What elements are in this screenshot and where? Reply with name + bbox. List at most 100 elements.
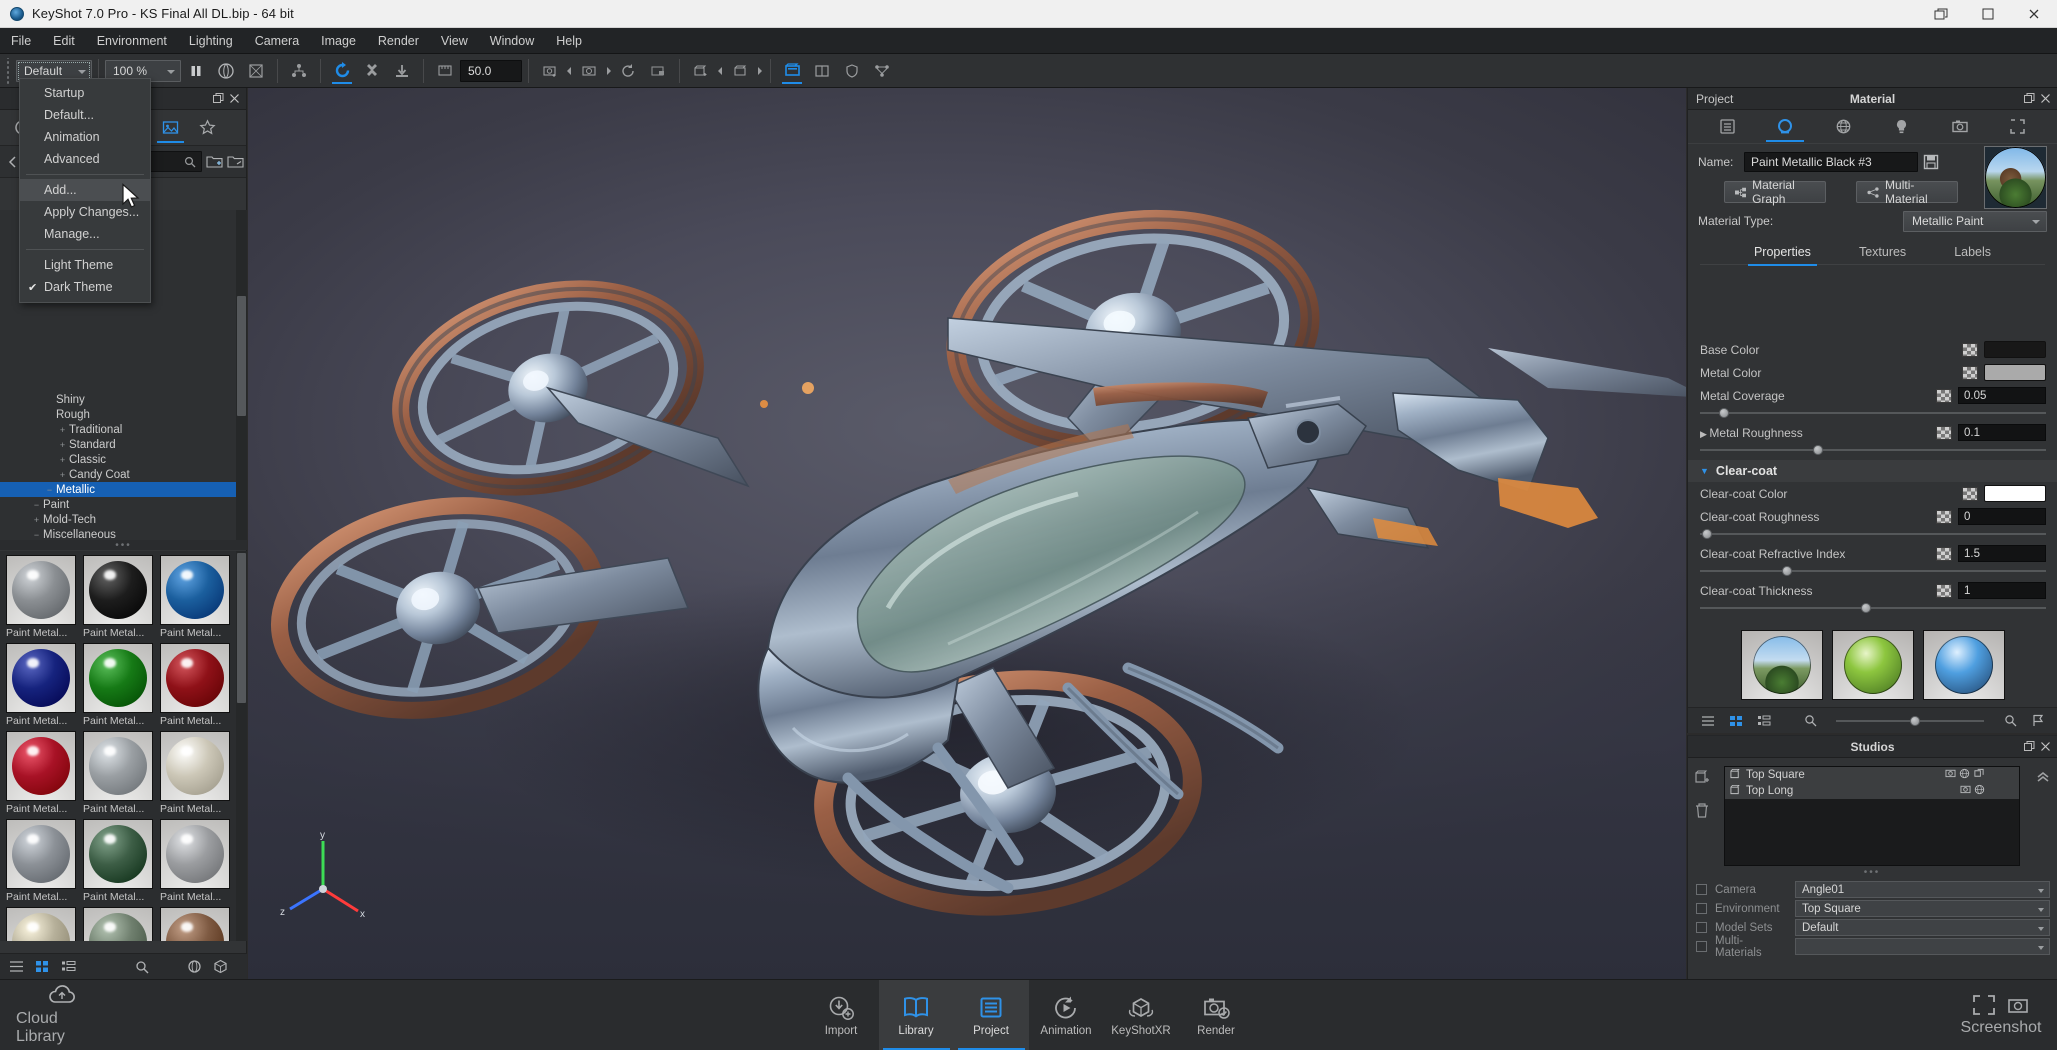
geometry-view-icon[interactable] bbox=[242, 57, 270, 85]
slider-knob[interactable] bbox=[1702, 529, 1712, 539]
studio-icon[interactable] bbox=[726, 57, 754, 85]
tab-material[interactable] bbox=[1764, 113, 1806, 141]
studio-field-combo[interactable] bbox=[1795, 938, 2050, 955]
grid-icon[interactable] bbox=[1724, 710, 1748, 732]
toolbar-grip[interactable] bbox=[4, 58, 13, 84]
tree-item-classic[interactable]: +Classic bbox=[0, 452, 247, 467]
studio-field-combo[interactable]: Top Square bbox=[1795, 900, 2050, 917]
menu-view[interactable]: View bbox=[430, 28, 479, 54]
library-tab-textures[interactable] bbox=[152, 113, 189, 143]
material-thumbnail-item[interactable]: Paint Metal... bbox=[6, 731, 78, 815]
material-preview-thumbnail[interactable] bbox=[1984, 146, 2047, 209]
restore-down-button[interactable] bbox=[1919, 0, 1965, 28]
project-panel-tab[interactable]: Project bbox=[1688, 92, 1733, 106]
tree-view-icon[interactable] bbox=[56, 956, 80, 978]
value-input-clear-coat-refractive-index[interactable]: 1.5 bbox=[1958, 545, 2046, 562]
studio-list-item[interactable]: Top Long bbox=[1725, 783, 2019, 799]
texture-map-icon[interactable] bbox=[1936, 510, 1952, 524]
library-panel-icon[interactable] bbox=[778, 57, 806, 85]
texture-map-icon[interactable] bbox=[1936, 547, 1952, 561]
slider-clear-coat-thickness[interactable] bbox=[1700, 602, 2046, 614]
library-splitter-handle[interactable]: ••• bbox=[0, 540, 247, 550]
menu-item-animation[interactable]: Animation bbox=[20, 126, 150, 148]
tab-scene[interactable] bbox=[1706, 113, 1748, 141]
material-thumbnail-item[interactable]: Paint Metal... bbox=[6, 643, 78, 727]
section-header-clear-coat[interactable]: ▼Clear-coat bbox=[1688, 460, 2057, 482]
camera-next-icon[interactable] bbox=[604, 58, 613, 84]
studio-list-item[interactable]: Top Square bbox=[1725, 767, 2019, 783]
slider-clear-coat-roughness[interactable] bbox=[1700, 528, 2046, 540]
refresh-icon[interactable] bbox=[328, 57, 356, 85]
slider-metal-coverage[interactable] bbox=[1700, 407, 2046, 419]
tree-item-miscellaneous[interactable]: −Miscellaneous bbox=[0, 527, 247, 540]
maximize-button[interactable] bbox=[1965, 0, 2011, 28]
studio-field-combo[interactable]: Angle01 bbox=[1795, 881, 2050, 898]
expand-icon[interactable]: + bbox=[56, 455, 69, 465]
slider-knob[interactable] bbox=[1813, 445, 1823, 455]
value-input-clear-coat-roughness[interactable]: 0 bbox=[1958, 508, 2046, 525]
material-graph-button[interactable]: Material Graph bbox=[1724, 181, 1826, 203]
menu-item-manage[interactable]: Manage... bbox=[20, 223, 150, 245]
expand-icon[interactable]: + bbox=[30, 515, 43, 525]
bottom-item-import[interactable]: Import bbox=[804, 980, 879, 1050]
tree-item-shiny[interactable]: Shiny bbox=[0, 392, 247, 407]
preview-size-slider[interactable] bbox=[1836, 715, 1984, 727]
environment-sphere-icon[interactable] bbox=[212, 57, 240, 85]
material-thumbnail-item[interactable]: Paint Metal... bbox=[83, 555, 155, 639]
library-material-grid[interactable]: Paint Metal...Paint Metal...Paint Metal.… bbox=[0, 551, 247, 941]
folder-open-icon[interactable] bbox=[227, 152, 244, 172]
material-thumbnail-item[interactable]: Paint Metal... bbox=[83, 643, 155, 727]
save-icon[interactable] bbox=[1918, 154, 1944, 170]
tree-item-mold-tech[interactable]: +Mold-Tech bbox=[0, 512, 247, 527]
environment-icon[interactable] bbox=[1959, 768, 1970, 782]
tree-item-candy-coat[interactable]: +Candy Coat bbox=[0, 467, 247, 482]
menu-item-default[interactable]: Default... bbox=[20, 104, 150, 126]
subtab-textures[interactable]: Textures bbox=[1859, 239, 1906, 265]
slider-knob[interactable] bbox=[1719, 408, 1729, 418]
material-scroll-thumb[interactable] bbox=[237, 553, 246, 703]
tab-image[interactable] bbox=[1997, 113, 2039, 141]
measure-icon[interactable] bbox=[431, 57, 459, 85]
menu-item-dark-theme[interactable]: ✔Dark Theme bbox=[20, 276, 150, 298]
multi-material-button[interactable]: Multi-Material bbox=[1856, 181, 1958, 203]
menu-edit[interactable]: Edit bbox=[42, 28, 86, 54]
undock-icon[interactable] bbox=[211, 92, 225, 106]
bottom-item-project[interactable]: Project bbox=[954, 980, 1029, 1050]
list-icon[interactable] bbox=[1696, 710, 1720, 732]
texture-map-icon[interactable] bbox=[1936, 426, 1952, 440]
studios-list[interactable]: Top SquareTop Long bbox=[1724, 766, 2020, 866]
close-icon[interactable] bbox=[227, 92, 241, 106]
cube-preview-icon[interactable] bbox=[208, 956, 232, 978]
texture-map-icon[interactable] bbox=[1962, 487, 1978, 501]
camera-add-icon[interactable] bbox=[536, 57, 564, 85]
bottom-item-library[interactable]: Library bbox=[879, 980, 954, 1050]
material-thumbnail-item[interactable]: Paint Metal... bbox=[83, 731, 155, 815]
studio-prev-icon[interactable] bbox=[716, 58, 725, 84]
cloud-library-button[interactable]: Cloud Library bbox=[16, 980, 108, 1050]
menu-image[interactable]: Image bbox=[310, 28, 367, 54]
tree-item-metallic[interactable]: −Metallic bbox=[0, 482, 247, 497]
checkbox[interactable] bbox=[1696, 884, 1707, 895]
material-type-combo[interactable]: Metallic Paint bbox=[1903, 211, 2047, 232]
value-input-metal-roughness[interactable]: 0.1 bbox=[1958, 424, 2046, 441]
material-thumbnail-item[interactable]: Paint Metal... bbox=[160, 819, 232, 903]
menu-render[interactable]: Render bbox=[367, 28, 430, 54]
tree-item-traditional[interactable]: +Traditional bbox=[0, 422, 247, 437]
material-thumbnail-item[interactable]: Paint Metal... bbox=[6, 907, 78, 941]
subtab-properties[interactable]: Properties bbox=[1754, 239, 1811, 265]
network-icon[interactable] bbox=[868, 57, 896, 85]
checkbox[interactable] bbox=[1696, 922, 1707, 933]
close-icon[interactable] bbox=[2038, 92, 2052, 106]
color-swatch-base-color[interactable] bbox=[1984, 341, 2046, 358]
material-thumbnail-item[interactable]: Paint Metal... bbox=[83, 819, 155, 903]
collapse-icon[interactable]: − bbox=[30, 530, 43, 540]
flag-icon[interactable] bbox=[2026, 710, 2050, 732]
chevron-down-icon[interactable]: ▼ bbox=[1700, 466, 1709, 476]
checkbox[interactable] bbox=[1696, 903, 1707, 914]
subtab-labels[interactable]: Labels bbox=[1954, 239, 1991, 265]
expand-icon[interactable]: + bbox=[56, 440, 69, 450]
studio-next-icon[interactable] bbox=[755, 58, 764, 84]
tree-item-standard[interactable]: +Standard bbox=[0, 437, 247, 452]
menu-item-light-theme[interactable]: Light Theme bbox=[20, 254, 150, 276]
menu-file[interactable]: File bbox=[0, 28, 42, 54]
